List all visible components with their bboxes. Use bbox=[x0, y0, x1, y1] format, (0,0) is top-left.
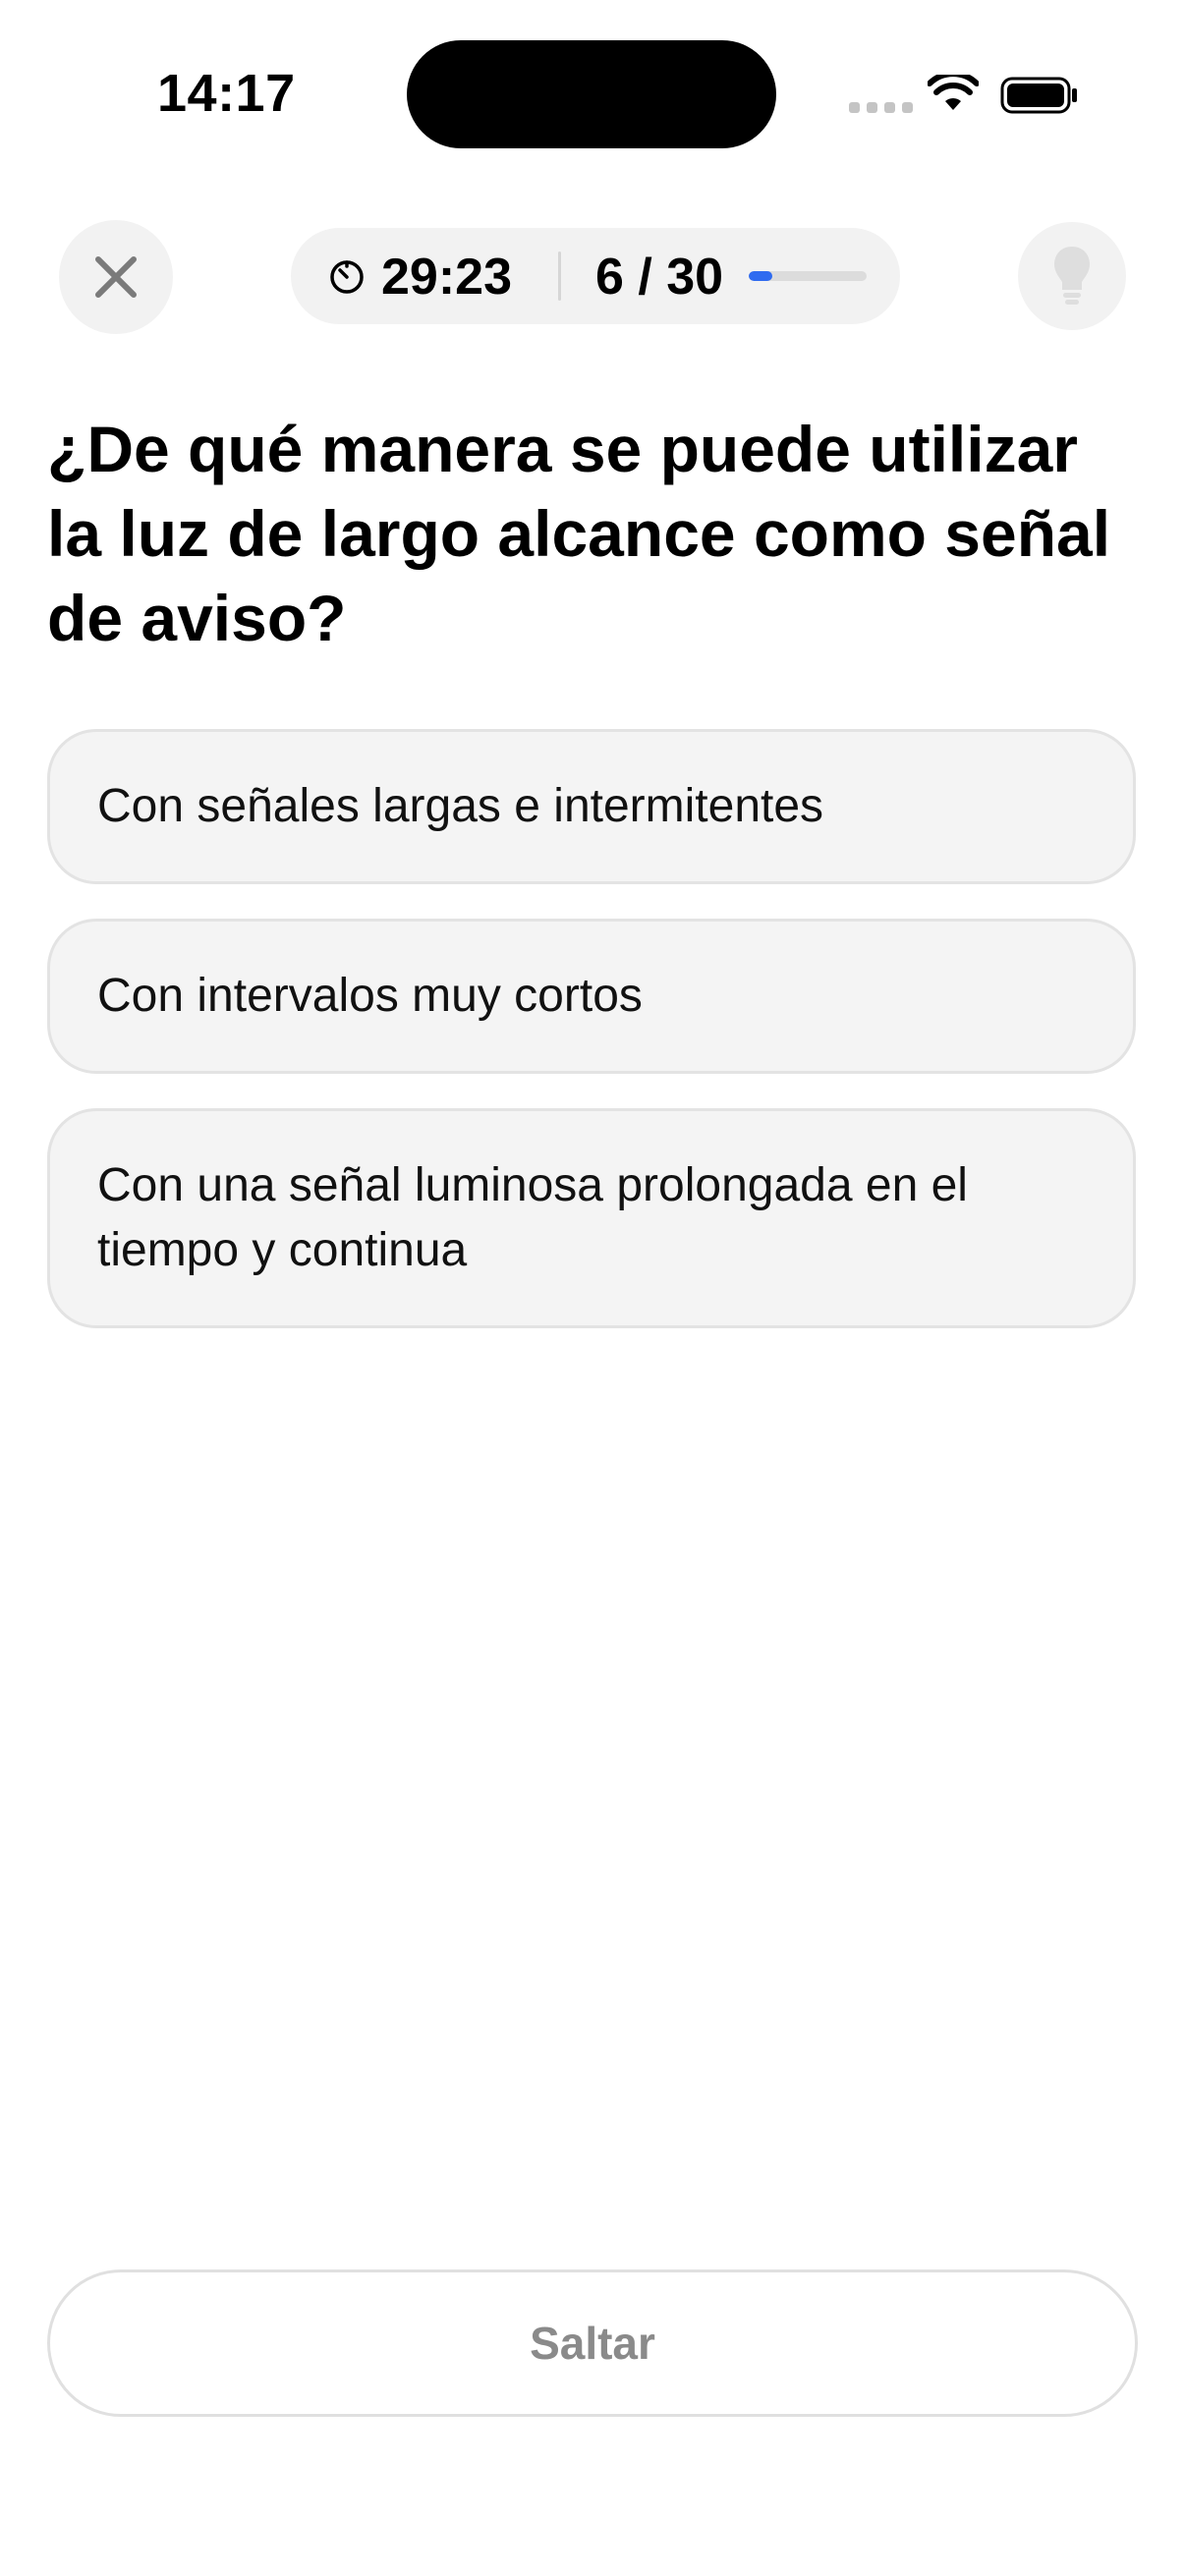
cellular-signal-icon bbox=[849, 102, 913, 113]
wifi-icon bbox=[928, 75, 979, 110]
close-button[interactable] bbox=[59, 220, 173, 334]
dynamic-island bbox=[407, 40, 776, 148]
progress-bar-fill bbox=[749, 271, 772, 281]
question-counter: 6 / 30 bbox=[595, 249, 724, 306]
lightbulb-icon bbox=[1054, 247, 1090, 305]
timer-text: 29:23 bbox=[381, 249, 512, 306]
close-icon bbox=[95, 256, 137, 298]
hint-button[interactable] bbox=[1018, 222, 1126, 330]
answer-option-2[interactable]: Con intervalos muy cortos bbox=[47, 919, 1136, 1074]
battery-icon bbox=[1000, 77, 1077, 114]
progress-bar bbox=[749, 271, 867, 281]
answer-option-3[interactable]: Con una señal luminosa prolongada en el … bbox=[47, 1108, 1136, 1328]
answer-option-1[interactable]: Con señales largas e intermitentes bbox=[47, 729, 1136, 884]
timer-icon bbox=[330, 260, 364, 294]
skip-button[interactable]: Saltar bbox=[47, 2269, 1138, 2417]
question-title: ¿De qué manera se puede utilizar la luz … bbox=[47, 413, 1111, 654]
pill-divider bbox=[558, 252, 561, 301]
status-time: 14:17 bbox=[157, 64, 296, 123]
